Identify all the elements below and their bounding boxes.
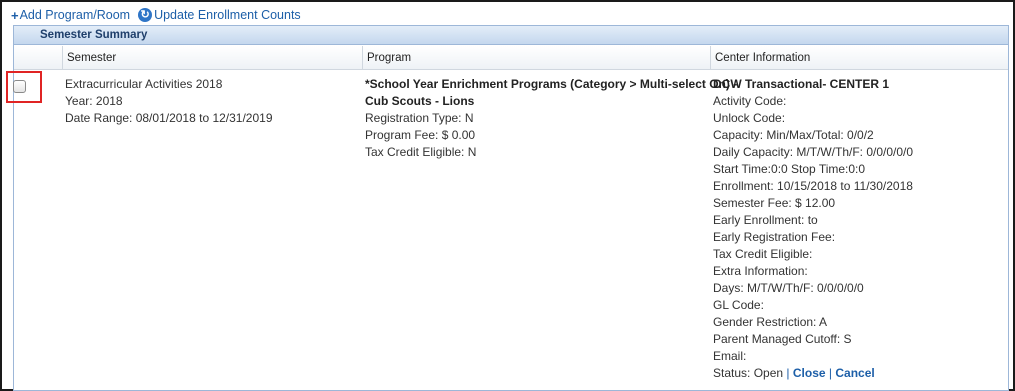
status-separator: | <box>786 366 790 380</box>
center-info-line: Days: M/T/W/Th/F: 0/0/0/0/0 <box>713 281 864 295</box>
center-info-line: Early Registration Fee: <box>713 230 836 244</box>
center-info-line: Capacity: Min/Max/Total: 0/0/2 <box>713 128 874 142</box>
row-select-checkbox[interactable] <box>13 80 26 93</box>
column-header-program: Program <box>362 46 712 70</box>
checkbox-highlight <box>6 71 42 103</box>
close-link[interactable]: Close <box>793 366 826 380</box>
program-cell: *School Year Enrichment Programs (Catego… <box>365 76 737 161</box>
semester-year: Year: 2018 <box>65 94 123 108</box>
program-fee: Program Fee: $ 0.00 <box>365 128 476 142</box>
program-registration-type: Registration Type: N <box>365 111 474 125</box>
table-row: Extracurricular Activities 2018 Year: 20… <box>6 71 1008 390</box>
table-header: Semester Program Center Information <box>14 46 1008 70</box>
semester-summary-panel: Semester Summary Semester Program Center… <box>6 25 1009 391</box>
center-info-line: Enrollment: 10/15/2018 to 11/30/2018 <box>713 179 913 193</box>
status-separator: | <box>828 366 833 380</box>
update-enrollment-counts-link[interactable]: ↻ Update Enrollment Counts <box>138 8 301 22</box>
center-info-line: Extra Information: <box>713 264 808 278</box>
add-program-room-label: Add Program/Room <box>19 8 131 22</box>
refresh-icon: ↻ <box>138 8 153 22</box>
add-program-room-link[interactable]: + Add Program/Room <box>11 8 130 22</box>
center-info-line: Activity Code: <box>713 94 787 108</box>
center-info-line: Semester Fee: $ 12.00 <box>713 196 836 210</box>
semester-cell: Extracurricular Activities 2018 Year: 20… <box>65 76 273 127</box>
center-information-cell: DCW Transactional- CENTER 1 Activity Cod… <box>713 76 913 382</box>
column-header-center-information: Center Information <box>710 46 1010 70</box>
window-frame: + Add Program/Room ↻ Update Enrollment C… <box>0 0 1015 391</box>
center-info-line: Daily Capacity: M/T/W/Th/F: 0/0/0/0/0 <box>713 145 914 159</box>
cancel-link[interactable]: Cancel <box>835 366 874 380</box>
plus-icon: + <box>11 7 19 23</box>
program-category: *School Year Enrichment Programs (Catego… <box>365 77 738 91</box>
center-info-line: Email: <box>713 349 747 363</box>
update-enrollment-counts-label: Update Enrollment Counts <box>154 8 301 22</box>
panel-title: Semester Summary <box>14 26 1008 45</box>
center-info-line: GL Code: <box>713 298 764 312</box>
status-text: Status: Open <box>713 366 784 380</box>
toolbar: + Add Program/Room ↻ Update Enrollment C… <box>11 6 301 24</box>
program-tax-credit: Tax Credit Eligible: N <box>365 145 477 159</box>
center-name: DCW Transactional- CENTER 1 <box>713 77 890 91</box>
center-info-line: Gender Restriction: A <box>713 315 828 329</box>
program-name: Cub Scouts - Lions <box>365 94 475 108</box>
status-line: Status: Open | Close | Cancel <box>713 365 913 382</box>
column-header-semester: Semester <box>62 46 364 70</box>
center-info-line: Early Enrollment: to <box>713 213 818 227</box>
center-info-line: Parent Managed Cutoff: S <box>713 332 852 346</box>
center-info-line: Unlock Code: <box>713 111 786 125</box>
semester-name: Extracurricular Activities 2018 <box>65 77 223 91</box>
center-info-line: Start Time:0:0 Stop Time:0:0 <box>713 162 866 176</box>
center-info-line: Tax Credit Eligible: <box>713 247 813 261</box>
semester-date-range: Date Range: 08/01/2018 to 12/31/2019 <box>65 111 273 125</box>
scrollbar-track[interactable] <box>1000 70 1008 390</box>
